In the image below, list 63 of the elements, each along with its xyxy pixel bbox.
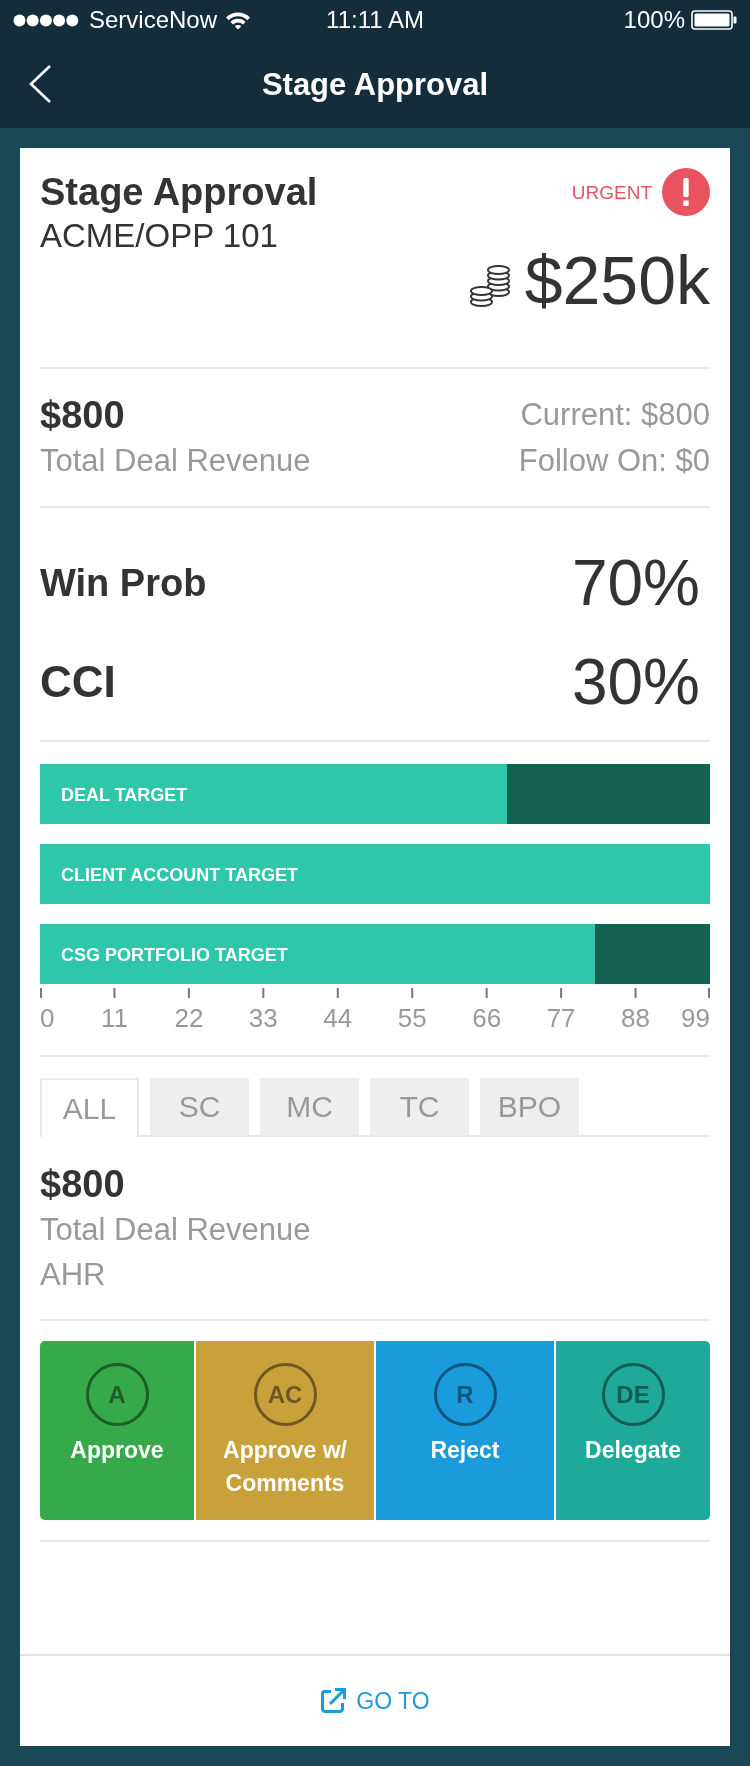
metric-label: CCI [40,659,116,704]
axis-tick [485,987,488,999]
axis-tick [560,987,563,999]
bar-label: CLIENT ACCOUNT TARGET [61,864,298,885]
tab[interactable]: ALL [40,1078,139,1137]
tick-label: 22 [174,1003,204,1033]
tick-label: 88 [621,1003,650,1033]
metric-value: 70% [571,550,701,615]
revenue-amount: $800 [40,392,126,438]
metric-value: 30% [571,649,701,714]
axis-tick [262,987,265,999]
action-initials: DE [601,1363,665,1426]
action-button[interactable]: DE Delegate [556,1341,710,1520]
axis-tick [708,987,710,999]
signal-dots-icon [13,13,79,27]
action-initials: R [433,1363,497,1426]
axis-tick [113,987,116,999]
tab-revenue-amount: $800 [40,1162,126,1207]
coins-icon [468,265,511,307]
tick-label: 11 [100,1003,128,1033]
deal-amount: $250k [524,246,710,314]
axis-tick [411,987,414,999]
axis-tick [336,987,339,999]
action-button[interactable]: R Reject [376,1341,554,1520]
urgent-label: URGENT [571,182,652,202]
battery-percent: 100% [623,8,685,32]
revenue-label: Total Deal Revenue [40,441,311,480]
tick-label: 55 [397,1003,427,1033]
tab[interactable]: MC [260,1078,359,1135]
wifi-icon [225,10,252,30]
battery-icon [691,10,737,30]
axis-tick [634,987,637,999]
card-subtitle: ACME/OPP 101 [40,216,279,256]
action-initials: A [85,1363,149,1426]
external-link-icon [320,1688,347,1714]
back-icon [28,64,52,104]
follow-on-revenue: Follow On: $0 [518,441,710,480]
tick-label: 0 [40,1003,55,1033]
card-title: Stage Approval [40,170,318,215]
tab[interactable]: SC [150,1078,249,1135]
segment-label: AHR [40,1256,107,1294]
tick-label: 77 [546,1003,576,1033]
status-time: 11:11 AM [326,8,424,32]
tick-label: 44 [323,1003,353,1033]
metric-label: Win Prob [40,563,207,602]
bar-label: DEAL TARGET [61,784,188,805]
current-revenue: Current: $800 [520,395,710,434]
tick-label: 33 [248,1003,278,1033]
go-to-link[interactable]: GO TO [320,1688,430,1714]
carrier-name: ServiceNow [89,8,218,32]
action-button[interactable]: AC Approve w/ Comments [196,1341,374,1520]
action-button[interactable]: A Approve [40,1341,194,1520]
tab-revenue-label: Total Deal Revenue [40,1211,312,1249]
axis-tick [187,987,190,999]
tick-label: 99 [681,1003,710,1033]
nav-title: Stage Approval [261,68,489,100]
exclamation-icon [662,168,710,216]
tab[interactable]: BPO [480,1078,579,1135]
axis-tick [40,987,42,999]
bar-label: CSG PORTFOLIO TARGET [61,944,288,965]
action-initials: AC [253,1363,317,1426]
tab[interactable]: TC [370,1078,469,1135]
tick-label: 66 [472,1003,502,1033]
